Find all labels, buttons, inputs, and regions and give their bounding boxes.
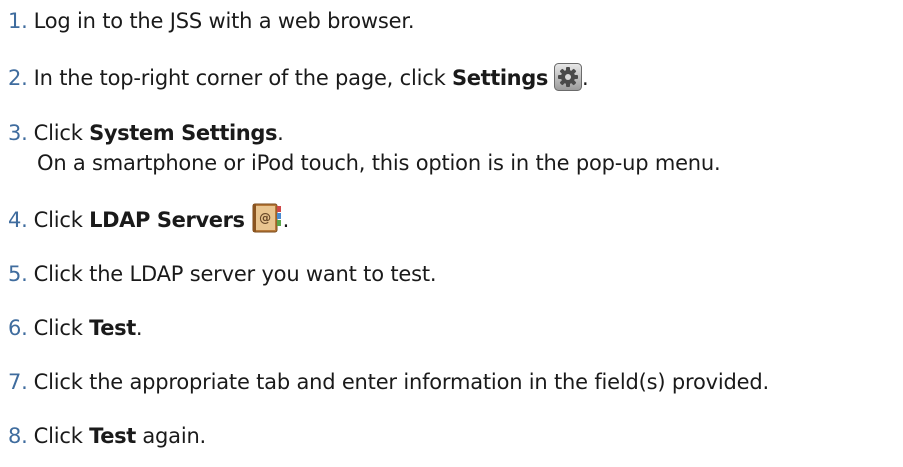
ui-term-test: Test [89,316,136,340]
step-text: Click [33,424,90,448]
step-8: 8. Click Test again. [8,421,206,451]
step-text: Click the appropriate tab and enter info… [33,370,770,394]
step-text-end: . [135,316,143,340]
step-number: 6. [8,316,28,340]
step-text: Click the LDAP server you want to test. [33,262,437,286]
step-text: Click [33,208,90,232]
step-text-end: . [581,66,589,90]
ui-term-settings: Settings [452,66,548,90]
step-number: 8. [8,424,28,448]
step-number: 5. [8,262,28,286]
step-5: 5. Click the LDAP server you want to test… [8,259,437,289]
step-3: 3. Click System Settings. On a smartphone… [8,118,721,178]
address-book-icon: @ [251,203,283,241]
step-number: 7. [8,370,28,394]
step-text: Log in to the JSS with a web browser. [33,9,415,33]
step-4: 4. Click LDAP Servers @ . [8,203,289,241]
step-text: In the top-right corner of the page, cli… [33,66,453,90]
step-note: On a smartphone or iPod touch, this opti… [37,151,721,175]
step-1: 1. Log in to the JSS with a web browser. [8,6,415,36]
step-number: 2. [8,66,28,90]
step-number: 4. [8,208,28,232]
step-text-end: . [282,208,290,232]
ui-term-test: Test [89,424,136,448]
ui-term-system-settings: System Settings [89,121,278,145]
step-text: Click [33,121,90,145]
step-2: 2. In the top-right corner of the page, c… [8,63,589,99]
step-text: Click [33,316,90,340]
step-7: 7. Click the appropriate tab and enter in… [8,367,769,397]
step-number: 3. [8,121,28,145]
step-text-end: . [277,121,284,145]
svg-text:@: @ [259,211,271,225]
gear-icon [553,63,582,99]
step-6: 6. Click Test. [8,313,143,343]
step-text-end: again. [135,424,207,448]
ui-term-ldap-servers: LDAP Servers [89,208,245,232]
step-number: 1. [8,9,28,33]
